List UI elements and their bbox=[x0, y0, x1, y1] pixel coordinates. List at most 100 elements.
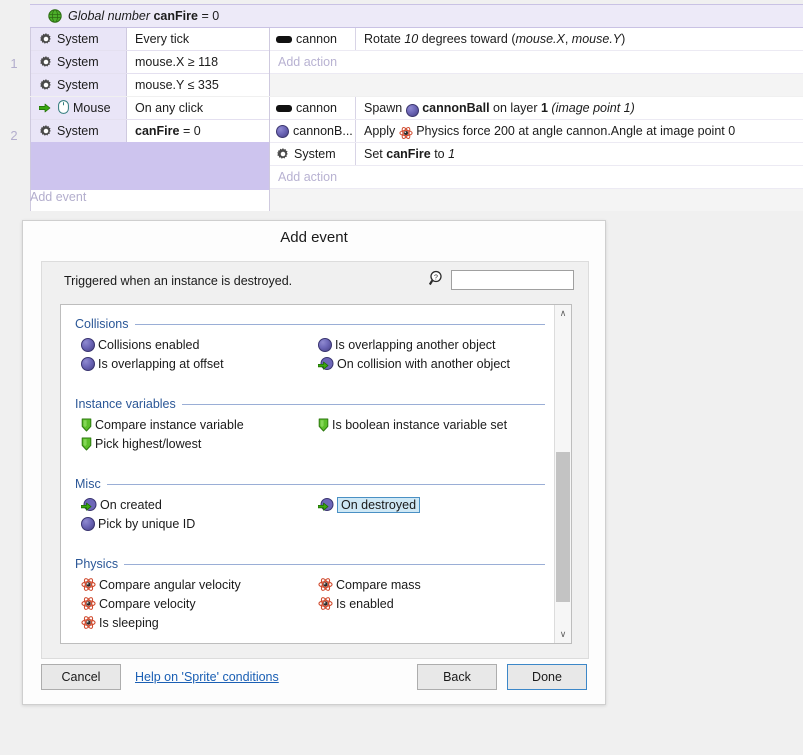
group-instance-variables: Instance variables Compare instance vari… bbox=[61, 395, 555, 453]
group-items: On created On destroyed Pick by unique I… bbox=[61, 493, 555, 533]
condition-object-name: System bbox=[57, 124, 99, 138]
action-text: Set canFire to 1 bbox=[364, 147, 456, 161]
svg-text:?: ? bbox=[434, 275, 438, 282]
group-misc: Misc On created On destroyed Pick by uni… bbox=[61, 475, 555, 533]
condition-option-label: Compare angular velocity bbox=[99, 577, 241, 592]
add-event-dialog: Add event Triggered when an instance is … bbox=[22, 220, 606, 705]
scrollbar-track[interactable] bbox=[555, 322, 571, 626]
condition-row[interactable]: Mouse On any click bbox=[31, 97, 269, 120]
physics-icon bbox=[399, 126, 413, 143]
condition-option[interactable]: Compare velocity bbox=[81, 594, 318, 613]
event-2-condition-fill bbox=[31, 142, 269, 190]
action-text: Rotate 10 degrees toward (mouse.X, mouse… bbox=[364, 32, 626, 46]
condition-option[interactable]: Compare mass bbox=[318, 575, 555, 594]
scroll-down-button[interactable]: ∨ bbox=[555, 626, 571, 643]
condition-row[interactable]: System canFire = 0 bbox=[31, 120, 269, 142]
condition-row[interactable]: System mouse.Y ≤ 335 bbox=[31, 74, 269, 96]
condition-option[interactable]: Is enabled bbox=[318, 594, 555, 613]
help-link[interactable]: Help on 'Sprite' conditions bbox=[135, 670, 279, 684]
search-input[interactable] bbox=[451, 270, 574, 290]
condition-option-on-destroyed[interactable]: On destroyed bbox=[317, 495, 555, 514]
action-object: cannon bbox=[270, 28, 356, 50]
globe-icon bbox=[48, 9, 62, 23]
condition-list[interactable]: Collisions Collisions enabled Is overlap… bbox=[60, 304, 572, 644]
system-gear-icon bbox=[39, 32, 53, 46]
sprite-icon bbox=[81, 337, 95, 352]
action-object: cannon bbox=[270, 97, 356, 119]
condition-row[interactable]: System Every tick bbox=[31, 28, 269, 51]
condition-text: Every tick bbox=[135, 32, 190, 46]
condition-row[interactable]: System mouse.X ≥ 118 bbox=[31, 51, 269, 74]
sprite-icon bbox=[81, 356, 95, 371]
trigger-arrow-icon bbox=[39, 103, 51, 113]
event-1-conditions: System Every tick System mouse.X ≥ 118 S… bbox=[30, 28, 270, 96]
cannon-icon bbox=[276, 104, 292, 112]
add-action-label: Add action bbox=[278, 55, 338, 69]
condition-option[interactable]: Pick highest/lowest bbox=[81, 434, 318, 453]
condition-option[interactable]: Is boolean instance variable set bbox=[318, 415, 555, 434]
condition-text: canFire = 0 bbox=[135, 124, 201, 138]
condition-object: System bbox=[31, 51, 127, 73]
global-variable-label: Global number canFire = 0 bbox=[68, 9, 220, 23]
trigger-icon bbox=[317, 497, 334, 512]
condition-option-label: Compare instance variable bbox=[95, 417, 244, 432]
scroll-up-button[interactable]: ∧ bbox=[555, 305, 571, 322]
add-event-link[interactable]: Add event bbox=[30, 190, 86, 204]
instance-variable-icon bbox=[81, 418, 92, 432]
condition-list-scrollbar[interactable]: ∧ ∨ bbox=[554, 305, 571, 643]
condition-object-name: Mouse bbox=[73, 101, 111, 115]
done-button[interactable]: Done bbox=[507, 664, 587, 690]
group-items: Compare angular velocity Compare mass Co… bbox=[61, 573, 555, 632]
action-row[interactable]: System Set canFire to 1 bbox=[270, 143, 803, 166]
condition-object: System bbox=[31, 28, 127, 50]
action-object: cannonB... bbox=[270, 120, 356, 142]
condition-option-label: Collisions enabled bbox=[98, 337, 200, 352]
condition-option-label: Is overlapping another object bbox=[335, 337, 496, 352]
action-object-name: cannon bbox=[296, 101, 338, 115]
condition-option[interactable]: Is sleeping bbox=[81, 613, 318, 632]
dialog-title: Add event bbox=[23, 221, 605, 255]
action-row[interactable]: cannon Rotate 10 degrees toward (mouse.X… bbox=[270, 28, 803, 51]
action-object-name: cannonB... bbox=[293, 124, 353, 138]
condition-object-name: System bbox=[57, 32, 99, 46]
condition-option-label: Is enabled bbox=[336, 596, 394, 611]
add-action-row-2[interactable]: Add action bbox=[270, 166, 803, 189]
condition-object: System bbox=[31, 74, 127, 96]
back-button[interactable]: Back bbox=[417, 664, 497, 690]
condition-text: On any click bbox=[135, 101, 204, 115]
global-variable-row[interactable]: Global number canFire = 0 bbox=[30, 4, 803, 28]
condition-option[interactable]: Pick by unique ID bbox=[81, 514, 318, 533]
action-row[interactable]: cannon Spawn cannonBall on layer 1 (imag… bbox=[270, 97, 803, 120]
condition-option-label: On collision with another object bbox=[337, 356, 511, 371]
condition-option[interactable]: On collision with another object bbox=[317, 354, 555, 373]
condition-option[interactable]: Compare angular velocity bbox=[81, 575, 318, 594]
sprite-ball-icon bbox=[276, 124, 289, 138]
action-row[interactable]: cannonB... Apply Physics force 200 at an… bbox=[270, 120, 803, 143]
condition-object-name: System bbox=[57, 78, 99, 92]
cancel-button[interactable]: Cancel bbox=[41, 664, 121, 690]
condition-option-on-created[interactable]: On created bbox=[80, 495, 318, 514]
physics-icon bbox=[318, 596, 333, 611]
condition-option-label: On destroyed bbox=[337, 496, 421, 513]
search-help-icon: ? bbox=[428, 270, 446, 290]
group-rule bbox=[181, 403, 545, 405]
condition-option-label: Compare velocity bbox=[99, 596, 196, 611]
group-header: Instance variables bbox=[61, 395, 555, 413]
add-action-label: Add action bbox=[278, 170, 338, 184]
system-gear-icon bbox=[39, 124, 53, 138]
group-items: Compare instance variable Is boolean ins… bbox=[61, 413, 555, 453]
condition-option[interactable]: Is overlapping at offset bbox=[81, 354, 318, 373]
trigger-icon bbox=[80, 497, 97, 512]
dialog-footer: Cancel Help on 'Sprite' conditions Back … bbox=[41, 664, 587, 690]
group-items: Collisions enabled Is overlapping anothe… bbox=[61, 333, 555, 373]
group-header: Physics bbox=[61, 555, 555, 573]
condition-option[interactable]: Compare instance variable bbox=[81, 415, 318, 434]
event-row-1: System Every tick System mouse.X ≥ 118 S… bbox=[30, 28, 803, 96]
event-number-2: 2 bbox=[10, 128, 18, 143]
condition-option[interactable]: Is overlapping another object bbox=[318, 335, 555, 354]
event-sheet: Global number canFire = 0 1 System Every… bbox=[0, 0, 803, 211]
scrollbar-thumb[interactable] bbox=[556, 452, 570, 602]
condition-option[interactable]: Collisions enabled bbox=[81, 335, 318, 354]
condition-option-label: Is sleeping bbox=[99, 615, 159, 630]
add-action-row-1[interactable]: Add action bbox=[270, 51, 803, 74]
